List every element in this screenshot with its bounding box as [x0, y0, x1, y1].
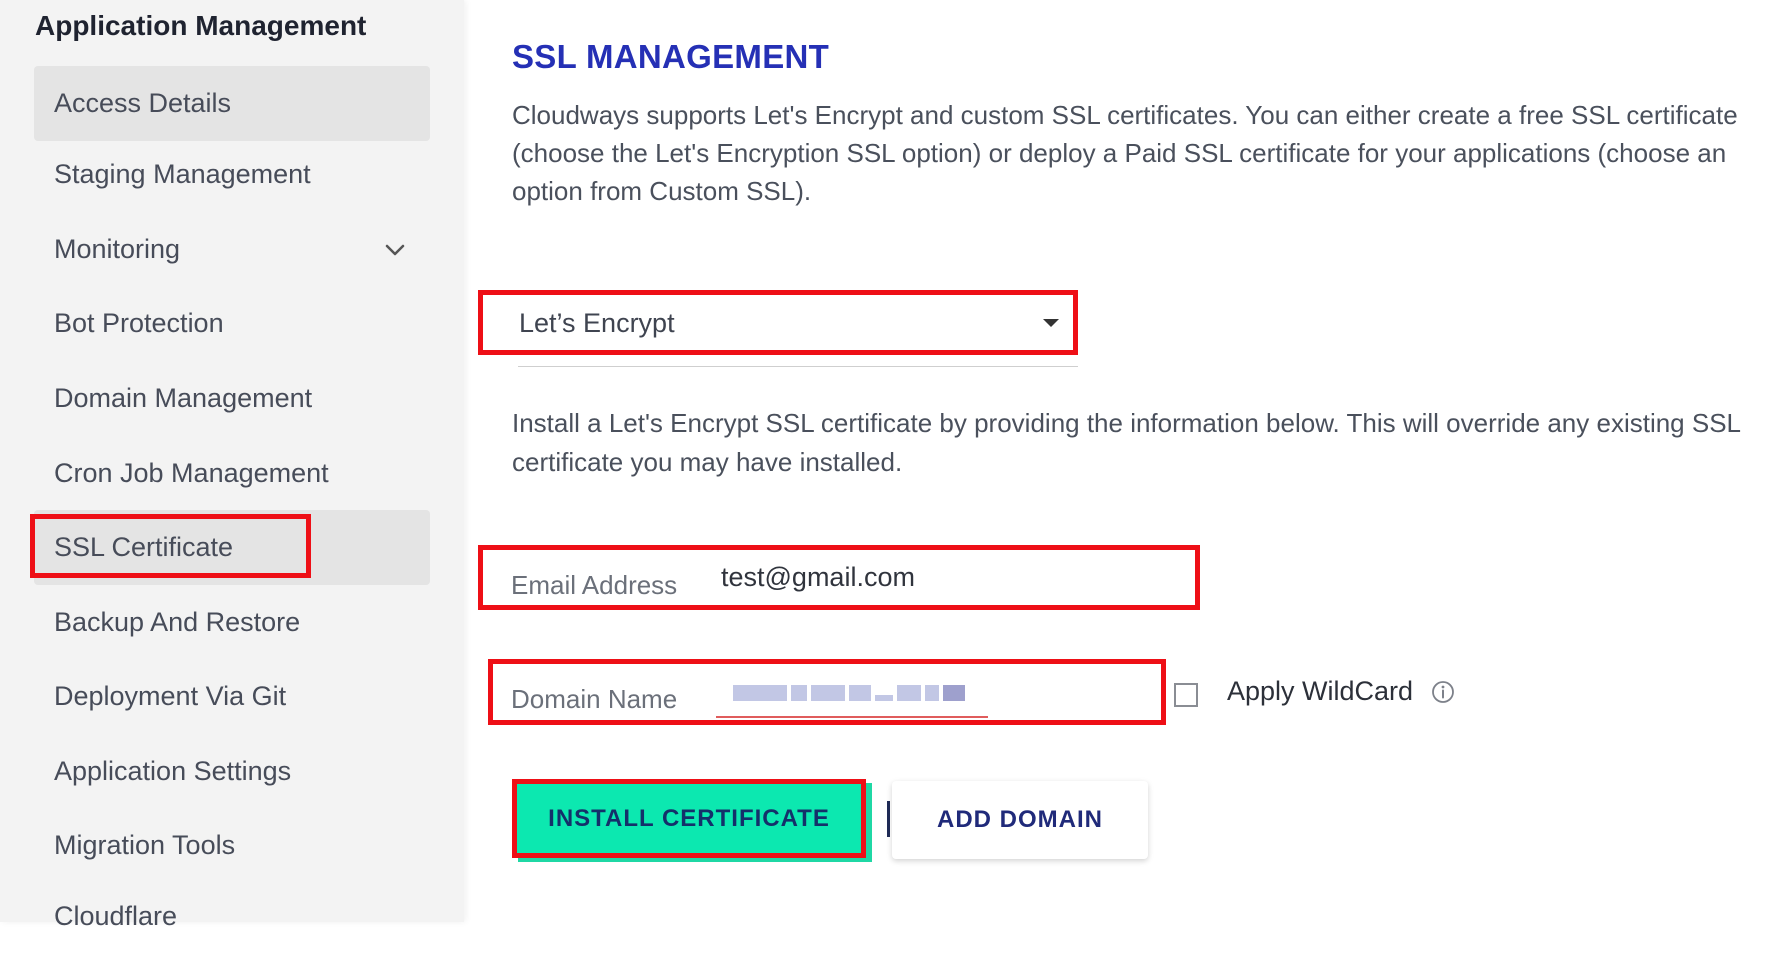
sidebar-item-label: SSL Certificate	[54, 532, 234, 562]
sidebar-item-cron-job-management[interactable]: Cron Job Management	[34, 436, 430, 511]
sidebar: Application Management Access Details St…	[0, 0, 464, 931]
sidebar-item-backup-and-restore[interactable]: Backup And Restore	[34, 585, 430, 660]
sidebar-item-migration-tools[interactable]: Migration Tools	[34, 808, 430, 883]
wildcard-label: Apply WildCard	[1227, 676, 1414, 706]
sidebar-item-label: Monitoring	[54, 234, 181, 264]
chevron-down-icon[interactable]	[384, 239, 406, 261]
ssl-type-select[interactable]: Let’s Encrypt	[478, 290, 1078, 355]
sidebar-item-application-settings[interactable]: Application Settings	[34, 734, 430, 809]
caret-down-icon	[1043, 319, 1059, 327]
sidebar-item-label: Cloudflare	[54, 901, 178, 931]
ssl-type-selected: Let’s Encrypt	[519, 308, 675, 338]
sidebar-item-label: Application Settings	[54, 756, 292, 786]
sidebar-item-cloudflare[interactable]: Cloudflare	[34, 879, 430, 954]
wildcard-checkbox[interactable]	[1174, 683, 1198, 707]
email-field-box: Email Address	[478, 545, 1200, 610]
sidebar-item-label: Deployment Via Git	[54, 681, 287, 711]
sidebar-item-label: Domain Management	[54, 383, 313, 413]
sidebar-item-label: Access Details	[54, 88, 232, 118]
sidebar-item-label: Migration Tools	[54, 830, 236, 860]
email-label: Email Address	[511, 570, 678, 600]
sidebar-item-domain-management[interactable]: Domain Management	[34, 361, 430, 436]
sidebar-item-label: Backup And Restore	[54, 607, 301, 637]
install-note: Install a Let's Encrypt SSL certificate …	[512, 408, 1741, 477]
sidebar-item-bot-protection[interactable]: Bot Protection	[34, 286, 430, 361]
sidebar-item-label: Cron Job Management	[54, 458, 329, 488]
sidebar-item-monitoring[interactable]: Monitoring	[34, 212, 430, 287]
sidebar-heading: Application Management	[35, 10, 367, 41]
ssl-description: Cloudways supports Let's Encrypt and cus…	[512, 100, 1738, 206]
domain-name-input[interactable]	[733, 682, 965, 704]
add-domain-button[interactable]: ADD DOMAIN	[892, 781, 1148, 859]
sidebar-item-label: Staging Management	[54, 159, 311, 189]
domain-underline	[716, 716, 988, 718]
sidebar-item-ssl-certificate[interactable]: SSL Certificate	[34, 510, 430, 585]
select-underline	[518, 366, 1078, 367]
page-title: SSL MANAGEMENT	[512, 38, 830, 75]
install-certificate-button[interactable]: INSTALL CERTIFICATE	[512, 779, 866, 858]
button-separator	[887, 801, 890, 837]
sidebar-item-access-details[interactable]: Access Details	[34, 66, 430, 141]
email-field[interactable]	[721, 560, 1181, 594]
domain-label: Domain Name	[511, 684, 678, 714]
sidebar-item-staging-management[interactable]: Staging Management	[34, 137, 430, 212]
sidebar-item-deployment-via-git[interactable]: Deployment Via Git	[34, 659, 430, 734]
info-icon[interactable]	[1431, 680, 1455, 704]
sidebar-item-label: Bot Protection	[54, 308, 224, 338]
